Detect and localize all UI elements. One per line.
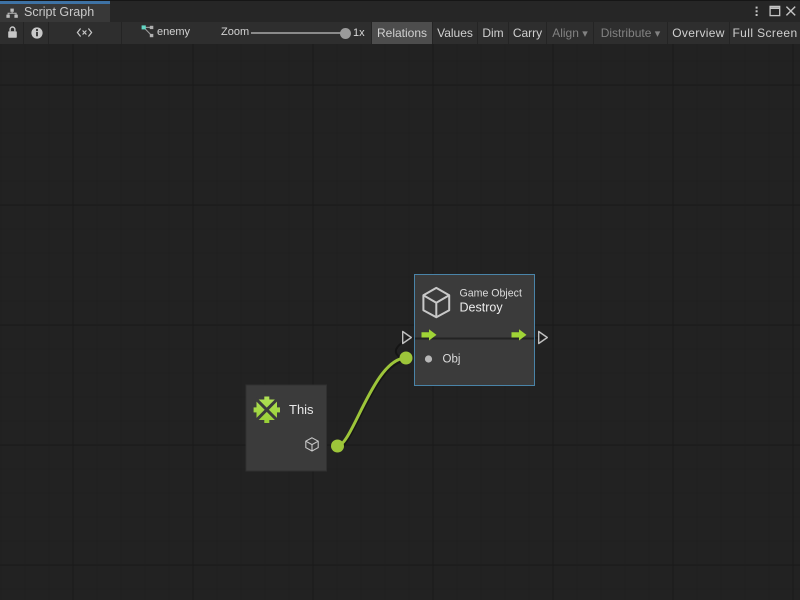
svg-text:Destroy: Destroy <box>460 301 504 315</box>
svg-text:Game Object: Game Object <box>460 287 522 299</box>
svg-text:Obj: Obj <box>443 354 461 366</box>
svg-text:This: This <box>289 402 314 417</box>
